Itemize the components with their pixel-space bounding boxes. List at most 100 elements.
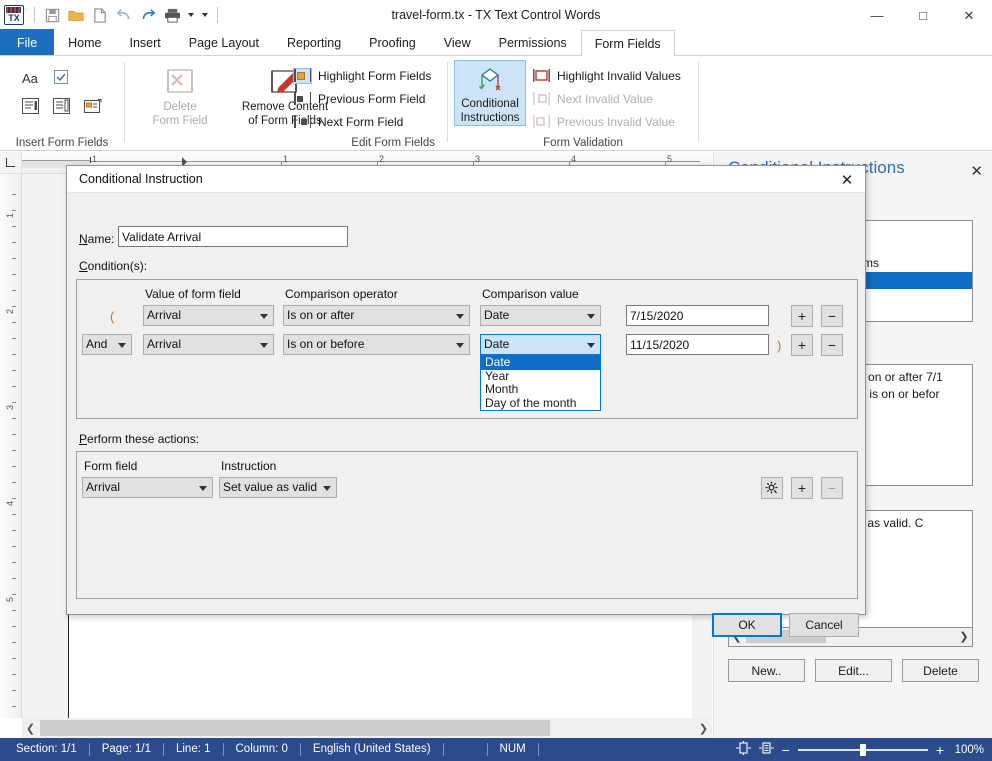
conditional-instructions-label-1: Conditional bbox=[461, 97, 519, 111]
next-invalid-value-button[interactable]: Next Invalid Value bbox=[532, 87, 681, 110]
action-0-instruction-combo[interactable]: Set value as valid bbox=[219, 477, 337, 498]
conditional-instructions-button[interactable]: Conditional Instructions bbox=[454, 60, 526, 126]
page-width-icon[interactable] bbox=[759, 741, 774, 758]
cancel-button[interactable]: Cancel bbox=[789, 613, 859, 637]
redo-icon[interactable] bbox=[137, 4, 159, 26]
dialog-title: Conditional Instruction bbox=[79, 172, 203, 186]
action-0-form-field-value: Arrival bbox=[86, 480, 120, 494]
qat-customize-caret[interactable] bbox=[199, 4, 211, 26]
condition-1-value-type-combo[interactable]: Date bbox=[480, 334, 601, 355]
window-controls: — □ ✕ bbox=[854, 0, 992, 30]
print-dropdown-caret[interactable] bbox=[185, 4, 197, 26]
chevron-down-icon bbox=[323, 486, 331, 491]
condition-0-add-button[interactable]: + bbox=[791, 305, 813, 327]
ruler-mark-3: 2 bbox=[379, 154, 384, 164]
new-document-icon[interactable] bbox=[89, 4, 111, 26]
dropdown-option-date[interactable]: Date bbox=[481, 356, 600, 370]
close-button[interactable]: ✕ bbox=[946, 0, 992, 30]
conditions-label: Condition(s): bbox=[79, 259, 147, 273]
delete-button[interactable]: Delete bbox=[902, 659, 979, 682]
zoom-slider[interactable] bbox=[798, 749, 928, 751]
dropdown-option-year[interactable]: Year bbox=[481, 370, 600, 384]
previous-invalid-value-button[interactable]: Previous Invalid Value bbox=[532, 110, 681, 133]
open-folder-icon[interactable] bbox=[65, 4, 87, 26]
panel-close-icon[interactable]: ✕ bbox=[970, 162, 983, 180]
value-type-dropdown-list[interactable]: Date Year Month Day of the month bbox=[480, 355, 601, 411]
conditional-instructions-label-2: Instructions bbox=[461, 111, 520, 125]
insert-list-form-field-icon[interactable] bbox=[53, 98, 70, 117]
insert-text-field-aa-icon[interactable]: Aa bbox=[22, 71, 38, 86]
dropdown-option-day-of-the-month[interactable]: Day of the month bbox=[481, 397, 600, 411]
print-icon[interactable] bbox=[161, 4, 183, 26]
horizontal-scroll-thumb[interactable] bbox=[40, 720, 550, 736]
ribbon-group-form-validation: Conditional Instructions Highlight Inval… bbox=[448, 56, 698, 151]
condition-0-operator-combo[interactable]: Is on or after bbox=[283, 305, 470, 326]
conditional-instructions-icon bbox=[468, 64, 512, 97]
page-view-icon[interactable] bbox=[736, 741, 751, 758]
status-page[interactable]: Page: 1/1 bbox=[90, 743, 164, 756]
ok-button[interactable]: OK bbox=[712, 613, 782, 637]
scroll-right-icon[interactable]: ❯ bbox=[695, 718, 712, 738]
action-0-settings-button[interactable] bbox=[761, 477, 783, 499]
condition-0-remove-button[interactable]: − bbox=[821, 305, 843, 327]
condition-1-value-input[interactable] bbox=[626, 334, 769, 355]
dialog-close-icon[interactable]: ✕ bbox=[833, 169, 861, 191]
highlight-invalid-values-icon bbox=[532, 68, 551, 84]
insert-date-form-field-icon[interactable] bbox=[84, 98, 102, 117]
highlight-form-fields-button[interactable]: Highlight Form Fields bbox=[293, 64, 431, 87]
action-0-remove-button[interactable]: − bbox=[821, 477, 843, 499]
dropdown-option-month[interactable]: Month bbox=[481, 383, 600, 397]
condition-1-operator-combo[interactable]: Is on or before bbox=[283, 334, 470, 355]
tab-permissions[interactable]: Permissions bbox=[485, 29, 581, 55]
status-line[interactable]: Line: 1 bbox=[164, 743, 224, 756]
maximize-button[interactable]: □ bbox=[900, 0, 946, 30]
gear-icon bbox=[765, 481, 779, 495]
tab-view[interactable]: View bbox=[430, 29, 485, 55]
condition-1-field-combo[interactable]: Arrival bbox=[143, 334, 274, 355]
condition-0-value-input[interactable] bbox=[626, 305, 769, 326]
highlight-invalid-values-button[interactable]: Highlight Invalid Values bbox=[532, 64, 681, 87]
status-language[interactable]: English (United States) bbox=[301, 743, 444, 756]
condition-1-conjunction-combo[interactable]: And bbox=[82, 334, 132, 355]
condition-0-field-combo[interactable]: Arrival bbox=[143, 305, 274, 326]
new-button[interactable]: New.. bbox=[728, 659, 805, 682]
vruler-mark-5: 5 bbox=[5, 597, 15, 602]
tab-page-layout[interactable]: Page Layout bbox=[175, 29, 273, 55]
vertical-ruler[interactable]: 1 2 3 4 5 bbox=[0, 174, 22, 718]
tab-file[interactable]: File bbox=[0, 29, 54, 55]
action-0-add-button[interactable]: + bbox=[791, 477, 813, 499]
tab-reporting[interactable]: Reporting bbox=[273, 29, 355, 55]
delete-form-field-button[interactable]: Delete Form Field bbox=[130, 62, 230, 128]
tab-proofing[interactable]: Proofing bbox=[355, 29, 430, 55]
desc-post-2: is on or befor bbox=[866, 387, 939, 401]
zoom-out-button[interactable]: − bbox=[782, 742, 790, 758]
status-num[interactable]: NUM bbox=[488, 743, 539, 756]
save-icon[interactable] bbox=[41, 4, 63, 26]
previous-form-field-button[interactable]: Previous Form Field bbox=[293, 87, 431, 110]
actions-label-accel: P bbox=[79, 432, 87, 446]
name-input[interactable] bbox=[118, 226, 348, 247]
condition-0-value-type-combo[interactable]: Date bbox=[480, 305, 601, 326]
scroll-left-icon[interactable]: ❮ bbox=[22, 718, 39, 738]
insert-text-form-field-icon[interactable] bbox=[22, 98, 39, 117]
condition-1-add-button[interactable]: + bbox=[791, 334, 813, 356]
zoom-slider-thumb[interactable] bbox=[860, 744, 866, 756]
actions-label: Perform these actions: bbox=[79, 432, 199, 446]
ribbon-group-edit-form-fields: Delete Form Field Remove Content of Form… bbox=[125, 56, 447, 151]
status-section[interactable]: Section: 1/1 bbox=[0, 743, 90, 756]
action-0-form-field-combo[interactable]: Arrival bbox=[82, 477, 213, 498]
undo-icon[interactable] bbox=[113, 4, 135, 26]
ruler-tab-selector[interactable] bbox=[0, 152, 22, 174]
condition-1-remove-button[interactable]: − bbox=[821, 334, 843, 356]
minimize-button[interactable]: — bbox=[854, 0, 900, 30]
insert-checkbox-icon[interactable] bbox=[54, 70, 68, 87]
status-column[interactable]: Column: 0 bbox=[224, 743, 301, 756]
tab-home[interactable]: Home bbox=[54, 29, 115, 55]
next-form-field-button[interactable]: Next Form Field bbox=[293, 110, 431, 133]
zoom-in-button[interactable]: + bbox=[936, 742, 944, 758]
panel-scroll-right-icon[interactable]: ❯ bbox=[956, 628, 972, 645]
tab-form-fields[interactable]: Form Fields bbox=[581, 30, 675, 56]
edit-button[interactable]: Edit... bbox=[815, 659, 892, 682]
tab-insert[interactable]: Insert bbox=[116, 29, 175, 55]
document-horizontal-scrollbar[interactable]: ❮ ❯ bbox=[22, 718, 712, 738]
